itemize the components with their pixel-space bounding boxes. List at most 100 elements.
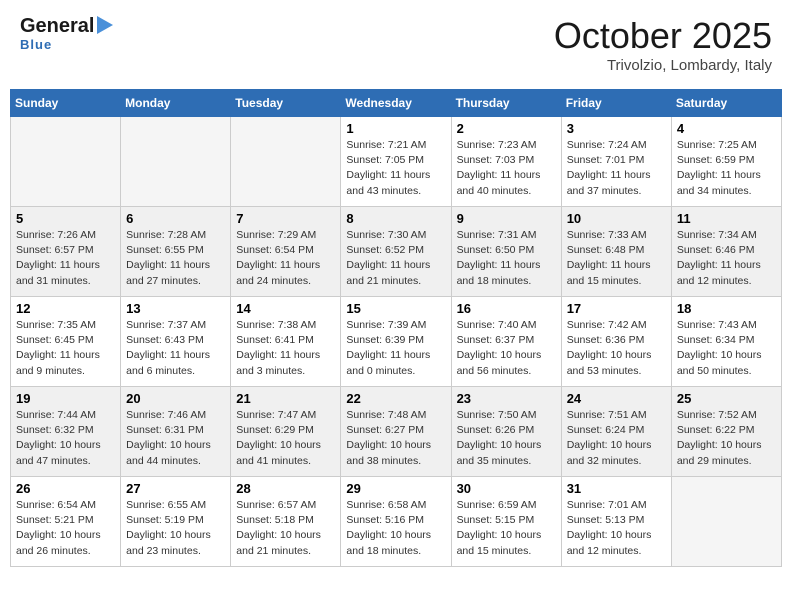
day-number: 19: [16, 391, 115, 406]
calendar-cell: 30Sunrise: 6:59 AMSunset: 5:15 PMDayligh…: [451, 477, 561, 567]
calendar-cell: 14 Sunrise: 7:38 AMSunset: 6:41 PMDayligh…: [231, 297, 341, 387]
day-number: 21: [236, 391, 335, 406]
day-info: Sunrise: 7:43 AMSunset: 6:34 PMDaylight:…: [677, 318, 776, 379]
calendar-cell: 9 Sunrise: 7:31 AMSunset: 6:50 PMDaylight…: [451, 207, 561, 297]
page-header: General Blue October 2025 Trivolzio, Lom…: [10, 10, 782, 79]
calendar-header-row: SundayMondayTuesdayWednesdayThursdayFrid…: [11, 90, 782, 117]
day-info: Sunrise: 7:44 AMSunset: 6:32 PMDaylight:…: [16, 408, 115, 469]
calendar-cell: 18 Sunrise: 7:43 AMSunset: 6:34 PMDayligh…: [671, 297, 781, 387]
calendar-cell: 15 Sunrise: 7:39 AMSunset: 6:39 PMDayligh…: [341, 297, 451, 387]
day-number: 29: [346, 481, 445, 496]
day-info: Sunrise: 7:23 AMSunset: 7:03 PMDaylight:…: [457, 138, 556, 199]
calendar-cell: 24Sunrise: 7:51 AMSunset: 6:24 PMDayligh…: [561, 387, 671, 477]
day-number: 26: [16, 481, 115, 496]
calendar-week-row: 26 Sunrise: 6:54 AMSunset: 5:21 PMDayligh…: [11, 477, 782, 567]
calendar-cell: 12 Sunrise: 7:35 AMSunset: 6:45 PMDayligh…: [11, 297, 121, 387]
calendar-cell: 7 Sunrise: 7:29 AMSunset: 6:54 PMDaylight…: [231, 207, 341, 297]
day-number: 11: [677, 211, 776, 226]
day-number: 28: [236, 481, 335, 496]
day-number: 13: [126, 301, 225, 316]
day-info: Sunrise: 7:47 AMSunset: 6:29 PMDaylight:…: [236, 408, 335, 469]
day-number: 1: [346, 121, 445, 136]
calendar-cell: 26 Sunrise: 6:54 AMSunset: 5:21 PMDayligh…: [11, 477, 121, 567]
calendar-cell: 25Sunrise: 7:52 AMSunset: 6:22 PMDayligh…: [671, 387, 781, 477]
day-number: 4: [677, 121, 776, 136]
day-header-thursday: Thursday: [451, 90, 561, 117]
day-number: 14: [236, 301, 335, 316]
calendar-cell: 13 Sunrise: 7:37 AMSunset: 6:43 PMDayligh…: [121, 297, 231, 387]
calendar-cell: 28 Sunrise: 6:57 AMSunset: 5:18 PMDayligh…: [231, 477, 341, 567]
logo: General Blue: [20, 15, 113, 52]
calendar-cell: 21 Sunrise: 7:47 AMSunset: 6:29 PMDayligh…: [231, 387, 341, 477]
day-number: 9: [457, 211, 556, 226]
calendar-cell: 23 Sunrise: 7:50 AMSunset: 6:26 PMDayligh…: [451, 387, 561, 477]
calendar-week-row: 19 Sunrise: 7:44 AMSunset: 6:32 PMDayligh…: [11, 387, 782, 477]
day-info: Sunrise: 6:58 AMSunset: 5:16 PMDaylight:…: [346, 498, 445, 559]
day-header-saturday: Saturday: [671, 90, 781, 117]
day-info: Sunrise: 7:31 AMSunset: 6:50 PMDaylight:…: [457, 228, 556, 289]
calendar-cell: 29 Sunrise: 6:58 AMSunset: 5:16 PMDayligh…: [341, 477, 451, 567]
day-number: 23: [457, 391, 556, 406]
calendar-cell: 22 Sunrise: 7:48 AMSunset: 6:27 PMDayligh…: [341, 387, 451, 477]
calendar-week-row: 5Sunrise: 7:26 AMSunset: 6:57 PMDaylight…: [11, 207, 782, 297]
day-info: Sunrise: 7:35 AMSunset: 6:45 PMDaylight:…: [16, 318, 115, 379]
calendar-cell: 20Sunrise: 7:46 AMSunset: 6:31 PMDayligh…: [121, 387, 231, 477]
day-number: 16: [457, 301, 556, 316]
logo-text: General: [20, 15, 94, 37]
month-title: October 2025: [554, 15, 772, 57]
day-info: Sunrise: 7:34 AMSunset: 6:46 PMDaylight:…: [677, 228, 776, 289]
calendar-cell: 6 Sunrise: 7:28 AMSunset: 6:55 PMDaylight…: [121, 207, 231, 297]
day-info: Sunrise: 7:25 AMSunset: 6:59 PMDaylight:…: [677, 138, 776, 199]
day-number: 8: [346, 211, 445, 226]
day-header-monday: Monday: [121, 90, 231, 117]
day-header-friday: Friday: [561, 90, 671, 117]
day-number: 12: [16, 301, 115, 316]
calendar-cell: 3Sunrise: 7:24 AMSunset: 7:01 PMDaylight…: [561, 117, 671, 207]
calendar-cell: 11 Sunrise: 7:34 AMSunset: 6:46 PMDayligh…: [671, 207, 781, 297]
location: Trivolzio, Lombardy, Italy: [554, 57, 772, 74]
day-number: 20: [126, 391, 225, 406]
day-info: Sunrise: 7:38 AMSunset: 6:41 PMDaylight:…: [236, 318, 335, 379]
day-number: 17: [567, 301, 666, 316]
calendar-cell: [121, 117, 231, 207]
day-number: 27: [126, 481, 225, 496]
day-info: Sunrise: 6:57 AMSunset: 5:18 PMDaylight:…: [236, 498, 335, 559]
day-number: 22: [346, 391, 445, 406]
day-header-wednesday: Wednesday: [341, 90, 451, 117]
day-info: Sunrise: 7:30 AMSunset: 6:52 PMDaylight:…: [346, 228, 445, 289]
day-info: Sunrise: 7:01 AMSunset: 5:13 PMDaylight:…: [567, 498, 666, 559]
day-number: 25: [677, 391, 776, 406]
calendar-week-row: 12 Sunrise: 7:35 AMSunset: 6:45 PMDayligh…: [11, 297, 782, 387]
day-number: 18: [677, 301, 776, 316]
logo-blue-text: Blue: [20, 37, 52, 52]
calendar-cell: 27 Sunrise: 6:55 AMSunset: 5:19 PMDayligh…: [121, 477, 231, 567]
calendar-cell: 16Sunrise: 7:40 AMSunset: 6:37 PMDayligh…: [451, 297, 561, 387]
day-info: Sunrise: 7:29 AMSunset: 6:54 PMDaylight:…: [236, 228, 335, 289]
day-number: 10: [567, 211, 666, 226]
day-info: Sunrise: 7:26 AMSunset: 6:57 PMDaylight:…: [16, 228, 115, 289]
calendar-table: SundayMondayTuesdayWednesdayThursdayFrid…: [10, 89, 782, 567]
calendar-cell: 17Sunrise: 7:42 AMSunset: 6:36 PMDayligh…: [561, 297, 671, 387]
title-block: October 2025 Trivolzio, Lombardy, Italy: [554, 15, 772, 74]
day-number: 15: [346, 301, 445, 316]
calendar-cell: 2 Sunrise: 7:23 AMSunset: 7:03 PMDaylight…: [451, 117, 561, 207]
day-number: 6: [126, 211, 225, 226]
day-info: Sunrise: 6:54 AMSunset: 5:21 PMDaylight:…: [16, 498, 115, 559]
calendar-cell: 19 Sunrise: 7:44 AMSunset: 6:32 PMDayligh…: [11, 387, 121, 477]
day-info: Sunrise: 7:50 AMSunset: 6:26 PMDaylight:…: [457, 408, 556, 469]
day-info: Sunrise: 7:39 AMSunset: 6:39 PMDaylight:…: [346, 318, 445, 379]
day-number: 2: [457, 121, 556, 136]
day-info: Sunrise: 7:28 AMSunset: 6:55 PMDaylight:…: [126, 228, 225, 289]
day-info: Sunrise: 7:48 AMSunset: 6:27 PMDaylight:…: [346, 408, 445, 469]
calendar-week-row: 1 Sunrise: 7:21 AMSunset: 7:05 PMDaylight…: [11, 117, 782, 207]
day-number: 31: [567, 481, 666, 496]
day-info: Sunrise: 6:55 AMSunset: 5:19 PMDaylight:…: [126, 498, 225, 559]
day-header-sunday: Sunday: [11, 90, 121, 117]
day-number: 3: [567, 121, 666, 136]
day-info: Sunrise: 7:33 AMSunset: 6:48 PMDaylight:…: [567, 228, 666, 289]
day-info: Sunrise: 7:51 AMSunset: 6:24 PMDaylight:…: [567, 408, 666, 469]
day-info: Sunrise: 7:21 AMSunset: 7:05 PMDaylight:…: [346, 138, 445, 199]
day-info: Sunrise: 7:37 AMSunset: 6:43 PMDaylight:…: [126, 318, 225, 379]
day-number: 7: [236, 211, 335, 226]
calendar-cell: 5Sunrise: 7:26 AMSunset: 6:57 PMDaylight…: [11, 207, 121, 297]
